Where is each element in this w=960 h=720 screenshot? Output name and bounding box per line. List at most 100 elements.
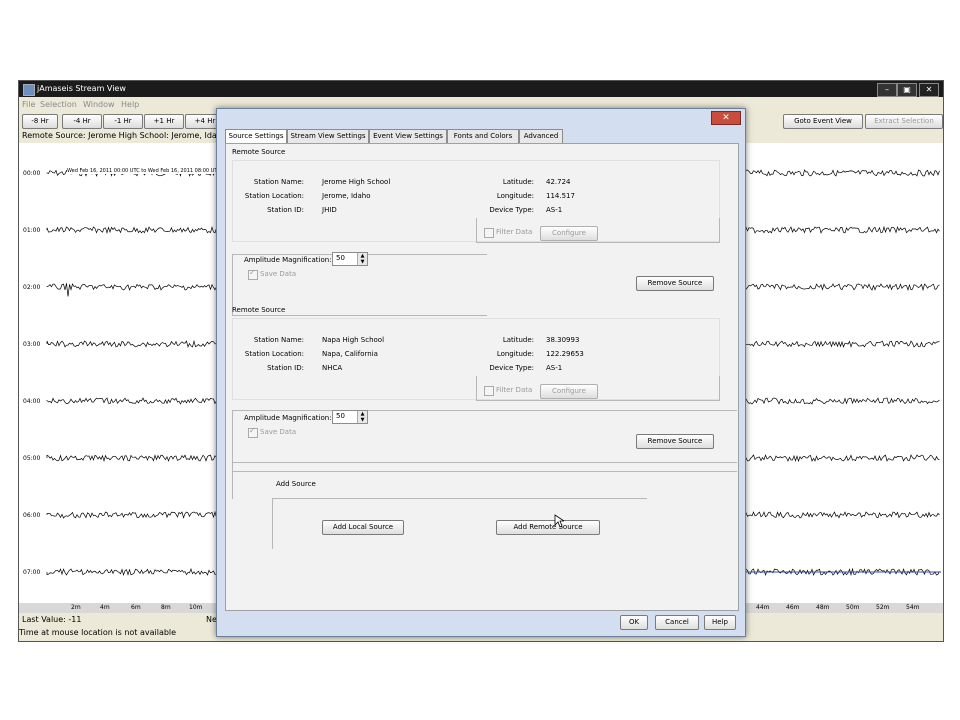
app-icon — [23, 84, 35, 96]
add-local-source-button[interactable]: Add Local Source — [322, 520, 404, 535]
settings-dialog: ✕ Source Settings Stream View Settings E… — [216, 108, 746, 637]
filter-data-checkbox[interactable] — [484, 228, 494, 238]
station-location-label: Station Location: — [244, 350, 304, 358]
minus-4hr-button[interactable]: -4 Hr — [62, 114, 102, 129]
minute-tick: 10m — [189, 604, 203, 611]
add-source-header: Add Source — [276, 480, 316, 488]
mouse-cursor-icon — [554, 514, 564, 528]
minute-tick: 54m — [906, 604, 920, 611]
cancel-button[interactable]: Cancel — [655, 615, 699, 630]
amplitude-label: Amplitude Magnification: — [244, 256, 332, 264]
menu-help[interactable]: Help — [121, 100, 139, 109]
source-settings-panel: Remote Source Station Name: Jerome High … — [225, 143, 739, 611]
plus-1hr-button[interactable]: +1 Hr — [144, 114, 184, 129]
hour-label: 06:00 — [23, 512, 41, 519]
station-name-value: Napa High School — [322, 336, 385, 344]
spinner-arrows-icon[interactable]: ▲ ▼ — [357, 411, 367, 423]
minute-tick: 48m — [816, 604, 830, 611]
hour-label: 01:00 — [23, 227, 41, 234]
station-id-value: NHCA — [322, 364, 343, 372]
configure-button[interactable]: Configure — [540, 384, 598, 399]
minus-8hr-button[interactable]: -8 Hr — [22, 114, 58, 129]
longitude-value: 122.29653 — [546, 350, 584, 358]
device-type-value: AS-1 — [546, 364, 563, 372]
tab-fonts-and-colors[interactable]: Fonts and Colors — [447, 129, 519, 144]
remote-source-label: Remote Source: Jerome High School: Jerom… — [22, 131, 241, 140]
ok-button[interactable]: OK — [620, 615, 648, 630]
tab-source-settings[interactable]: Source Settings — [225, 129, 287, 144]
filter-data-label: Filter Data — [496, 228, 533, 236]
menu-window[interactable]: Window — [83, 100, 115, 109]
extract-selection-button[interactable]: Extract Selection — [865, 114, 943, 129]
minute-tick: 8m — [161, 604, 171, 611]
help-button[interactable]: Help — [704, 615, 736, 630]
save-data-checkbox[interactable] — [248, 426, 258, 438]
device-type-label: Device Type: — [489, 206, 534, 214]
hour-label: 05:00 — [23, 455, 41, 462]
window-title: jAmaseis Stream View — [37, 84, 126, 93]
spinner-arrows-icon[interactable]: ▲ ▼ — [357, 253, 367, 265]
amplitude-label: Amplitude Magnification: — [244, 414, 332, 422]
latitude-value: 42.724 — [546, 178, 571, 186]
minute-tick: 44m — [756, 604, 770, 611]
remote-source-header: Remote Source — [232, 306, 286, 314]
device-type-label: Device Type: — [489, 364, 534, 372]
station-id-value: JHID — [322, 206, 337, 214]
configure-button[interactable]: Configure — [540, 226, 598, 241]
menu-selection[interactable]: Selection — [40, 100, 77, 109]
amplitude-value: 50 — [336, 412, 345, 420]
amplitude-spinner[interactable]: 50 ▲ ▼ — [332, 410, 368, 424]
hour-label: 03:00 — [23, 341, 41, 348]
save-data-label: Save Data — [260, 270, 297, 278]
longitude-label: Longitude: — [496, 192, 534, 200]
filter-data-checkbox[interactable] — [484, 386, 494, 396]
minus-1hr-button[interactable]: -1 Hr — [103, 114, 143, 129]
close-window-button[interactable]: ✕ — [919, 83, 939, 97]
minute-tick: 46m — [786, 604, 800, 611]
minute-tick: 4m — [100, 604, 110, 611]
trace-annotation: Wed Feb 16, 2011 00:00 UTC to Wed Feb 16… — [67, 168, 221, 174]
goto-event-view-button[interactable]: Goto Event View — [783, 114, 863, 129]
latitude-label: Latitude: — [502, 336, 534, 344]
hour-label: 07:00 — [23, 569, 41, 576]
maximize-button[interactable]: ▣ — [897, 83, 917, 97]
hour-label: 02:00 — [23, 284, 41, 291]
remove-source-button[interactable]: Remove Source — [636, 434, 714, 449]
tab-event-view-settings[interactable]: Event View Settings — [369, 129, 447, 144]
minimize-button[interactable]: – — [877, 83, 897, 97]
station-location-value: Jerome, Idaho — [322, 192, 371, 200]
latitude-label: Latitude: — [502, 178, 534, 186]
minute-tick: 2m — [71, 604, 81, 611]
tab-stream-view-settings[interactable]: Stream View Settings — [287, 129, 369, 144]
remote-source-header: Remote Source — [232, 148, 286, 156]
station-name-label: Station Name: — [253, 178, 304, 186]
amplitude-spinner[interactable]: 50 ▲ ▼ — [332, 252, 368, 266]
station-id-label: Station ID: — [267, 206, 304, 214]
minute-tick: 52m — [876, 604, 890, 611]
latitude-value: 38.30993 — [546, 336, 580, 344]
mouse-time-status: Time at mouse location is not available — [19, 628, 177, 637]
station-name-label: Station Name: — [253, 336, 304, 344]
add-remote-source-button[interactable]: Add Remote Source — [496, 520, 600, 535]
hour-label: 00:00 — [23, 170, 41, 177]
minute-tick: 50m — [846, 604, 860, 611]
station-location-label: Station Location: — [244, 192, 304, 200]
longitude-value: 114.517 — [546, 192, 575, 200]
station-id-label: Station ID: — [267, 364, 304, 372]
minute-tick: 6m — [131, 604, 141, 611]
menu-file[interactable]: File — [22, 100, 35, 109]
station-location-value: Napa, California — [322, 350, 378, 358]
device-type-value: AS-1 — [546, 206, 563, 214]
title-bar: jAmaseis Stream View – ▣ ✕ — [19, 81, 943, 97]
station-name-value: Jerome High School — [322, 178, 391, 186]
close-dialog-button[interactable]: ✕ — [711, 111, 741, 125]
longitude-label: Longitude: — [496, 350, 534, 358]
amplitude-value: 50 — [336, 254, 345, 262]
save-data-label: Save Data — [260, 428, 297, 436]
filter-data-label: Filter Data — [496, 386, 533, 394]
remove-source-button[interactable]: Remove Source — [636, 276, 714, 291]
last-value: Last Value: -11 — [22, 615, 82, 624]
tab-advanced[interactable]: Advanced — [519, 129, 563, 144]
save-data-checkbox[interactable] — [248, 268, 258, 280]
hour-label: 04:00 — [23, 398, 41, 405]
